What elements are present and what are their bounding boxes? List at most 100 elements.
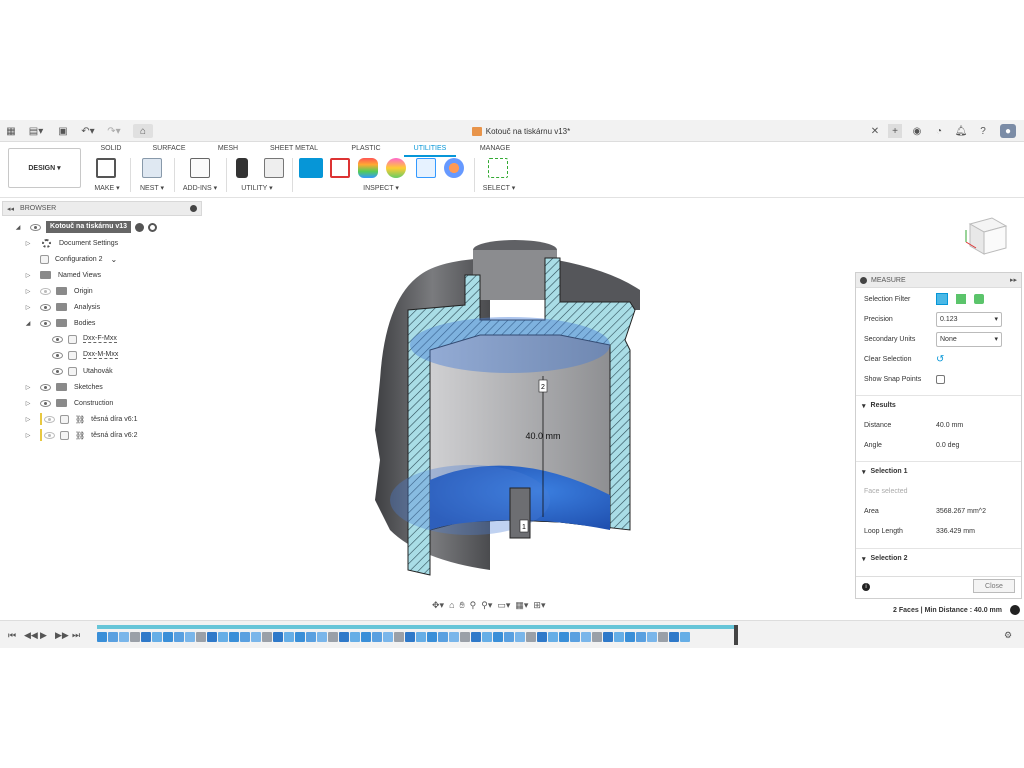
timeline-feature-icon[interactable] (471, 632, 481, 642)
measure-icon[interactable] (299, 158, 323, 178)
tree-item-analysis[interactable]: ▷ Analysis (24, 300, 100, 314)
precision-select[interactable]: 0.123 ▾ (936, 311, 1002, 327)
apps-grid-icon[interactable]: ▦ (4, 124, 18, 138)
collapse-browser-icon[interactable]: ◂◂ (7, 205, 14, 213)
expand-arrow-icon[interactable]: ▷ (24, 384, 32, 391)
expand-arrow-icon[interactable]: ▷ (24, 288, 32, 295)
timeline-feature-icon[interactable] (548, 632, 558, 642)
tree-item-configuration[interactable]: Configuration 2 ⌄ (24, 252, 117, 266)
activate-radio-icon[interactable] (148, 222, 158, 232)
look-at-icon[interactable]: ⌂ (449, 600, 454, 610)
model-viewport[interactable]: 2 1 40.0 mm (360, 230, 660, 580)
undo-arrow-icon[interactable]: ↺ (936, 354, 944, 365)
edge-filter-icon[interactable] (956, 294, 966, 304)
timeline-feature-icon[interactable] (251, 632, 261, 642)
inspect-group-label[interactable]: INSPECT ▾ (356, 184, 406, 192)
tree-item-linked-component[interactable]: ▷ ⛓ těsná díra v6:1 (24, 412, 137, 426)
go-to-end-icon[interactable]: ⏭ (72, 630, 80, 641)
display-settings-icon[interactable]: ▭▾ (497, 600, 510, 611)
timeline-feature-icon[interactable] (130, 632, 140, 642)
timeline-feature-icon[interactable] (614, 632, 624, 642)
timeline-feature-icon[interactable] (383, 632, 393, 642)
grid-settings-icon[interactable]: ▦▾ (515, 600, 528, 611)
face-filter-icon[interactable] (936, 293, 948, 305)
timeline-feature-icon[interactable] (141, 632, 151, 642)
browser-header[interactable]: ◂◂ BROWSER (2, 201, 202, 216)
timeline-feature-icon[interactable] (185, 632, 195, 642)
snap-points-checkbox[interactable] (936, 374, 945, 384)
timeline-feature-icon[interactable] (361, 632, 371, 642)
close-tab-icon[interactable]: ✕ (869, 124, 881, 138)
new-tab-icon[interactable]: + (888, 124, 902, 138)
visibility-eye-icon[interactable] (52, 335, 63, 343)
job-status-icon[interactable]: ◔ (932, 124, 946, 138)
timeline-feature-icon[interactable] (240, 632, 250, 642)
pin-icon[interactable] (190, 205, 197, 212)
tree-item-origin[interactable]: ▷ Origin (24, 284, 93, 298)
utility-group-label[interactable]: UTILITY ▾ (236, 184, 278, 192)
tree-item-construction[interactable]: ▷ Construction (24, 396, 113, 410)
tab-surface[interactable]: SURFACE (150, 145, 188, 152)
timeline-feature-icon[interactable] (317, 632, 327, 642)
info-icon[interactable]: i (862, 583, 870, 591)
play-icon[interactable]: ▶ (40, 630, 47, 641)
visibility-eye-icon[interactable] (44, 431, 55, 439)
timeline-feature-icon[interactable] (680, 632, 690, 642)
timeline-feature-icon[interactable] (306, 632, 316, 642)
nest-group-label[interactable]: NEST ▾ (136, 184, 168, 192)
timeline-feature-icon[interactable] (592, 632, 602, 642)
browser-root[interactable]: ◢ Kotouč na tiskárnu v13 (14, 220, 158, 234)
comment-icon[interactable] (1010, 605, 1020, 615)
tree-item-body[interactable]: Utahovák (52, 364, 113, 378)
timeline-feature-icon[interactable] (119, 632, 129, 642)
collapse-arrow-icon[interactable]: ◢ (14, 224, 22, 231)
tab-sheet-metal[interactable]: SHEET METAL (266, 145, 322, 152)
timeline-feature-icon[interactable] (174, 632, 184, 642)
timeline-feature-icon[interactable] (350, 632, 360, 642)
zebra-analysis-icon[interactable] (386, 158, 406, 178)
visibility-eye-icon[interactable] (52, 351, 63, 359)
results-section-header[interactable]: ▾ Results (856, 395, 1021, 415)
expand-arrow-icon[interactable]: ▷ (24, 272, 32, 279)
tree-item-body[interactable]: Dxx-F-Mxx (52, 332, 117, 346)
tree-item-body[interactable]: Dxx-M-Mxx (52, 348, 119, 362)
timeline-feature-icon[interactable] (647, 632, 657, 642)
timeline-feature-icon[interactable] (394, 632, 404, 642)
timeline-feature-icon[interactable] (504, 632, 514, 642)
timeline-feature-icon[interactable] (427, 632, 437, 642)
timeline-feature-icon[interactable] (372, 632, 382, 642)
timeline-feature-icon[interactable] (328, 632, 338, 642)
timeline-feature-icon[interactable] (493, 632, 503, 642)
timeline-feature-icon[interactable] (218, 632, 228, 642)
timeline-feature-icon[interactable] (537, 632, 547, 642)
addins-group-label[interactable]: ADD-INS ▾ (178, 184, 222, 192)
timeline-feature-icon[interactable] (581, 632, 591, 642)
select-group-label[interactable]: SELECT ▾ (478, 184, 520, 192)
traffic-light-icon[interactable] (236, 158, 248, 178)
zoom-window-icon[interactable]: ⚲▾ (481, 600, 492, 611)
timeline-feature-icon[interactable] (669, 632, 679, 642)
timeline-feature-icon[interactable] (515, 632, 525, 642)
orbit-icon[interactable]: ✥▾ (432, 600, 444, 611)
tab-mesh[interactable]: MESH (214, 145, 242, 152)
visibility-eye-icon[interactable] (40, 303, 51, 311)
selection2-section-header[interactable]: ▾ Selection 2 (856, 548, 1021, 568)
timeline-feature-icon[interactable] (460, 632, 470, 642)
timeline-feature-icon[interactable] (284, 632, 294, 642)
visibility-eye-icon[interactable] (30, 223, 41, 231)
redo-icon[interactable]: ↷▾ (104, 124, 124, 138)
utility-table-icon[interactable] (264, 158, 284, 178)
selection1-section-header[interactable]: ▾ Selection 1 (856, 461, 1021, 481)
make-3d-print-icon[interactable] (96, 158, 116, 178)
extensions-icon[interactable]: ◉ (910, 124, 924, 138)
scripts-addins-icon[interactable] (190, 158, 210, 178)
timeline-feature-icon[interactable] (152, 632, 162, 642)
expand-arrow-icon[interactable]: ▷ (24, 240, 32, 247)
collapse-arrow-icon[interactable]: ◢ (24, 320, 32, 327)
pan-hand-icon[interactable]: ✋︎ (460, 600, 465, 611)
timeline-features[interactable] (97, 629, 738, 645)
timeline-feature-icon[interactable] (625, 632, 635, 642)
timeline-feature-icon[interactable] (295, 632, 305, 642)
timeline-feature-icon[interactable] (449, 632, 459, 642)
tab-utilities[interactable]: UTILITIES (408, 145, 452, 152)
